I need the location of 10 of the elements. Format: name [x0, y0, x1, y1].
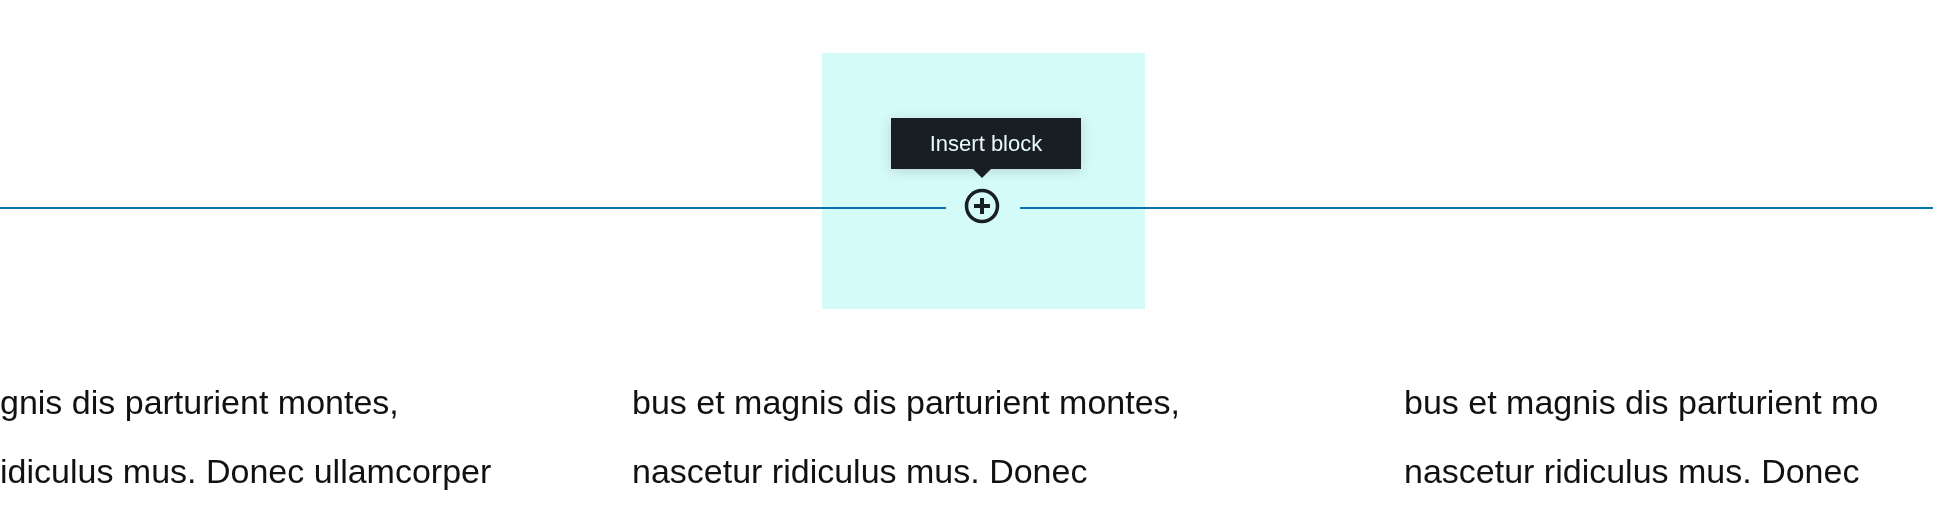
text-line: gnis dis parturient montes,	[0, 382, 400, 423]
tooltip-arrow	[972, 168, 992, 178]
text-line: nascetur ridiculus mus. Donec	[1404, 451, 1861, 492]
add-block-button[interactable]	[963, 187, 1001, 225]
tooltip: Insert block	[891, 118, 1081, 169]
text-line: bus et magnis dis parturient mo	[1404, 382, 1880, 423]
text-line: idiculus mus. Donec ullamcorper	[0, 451, 493, 492]
plus-circle-icon	[964, 188, 1000, 224]
text-line: nascetur ridiculus mus. Donec	[632, 451, 1089, 492]
text-line: bus et magnis dis parturient montes,	[632, 382, 1182, 423]
